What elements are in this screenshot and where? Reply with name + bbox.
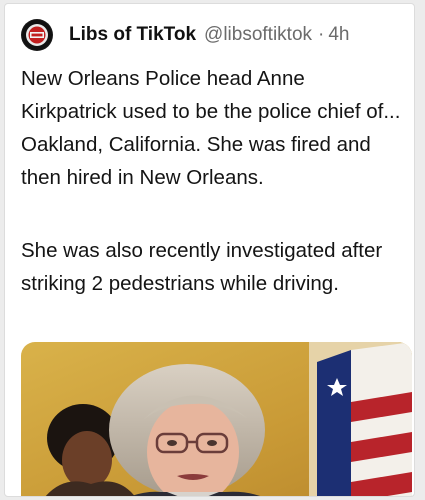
avatar[interactable] (21, 19, 53, 51)
timestamp[interactable]: 4h (328, 24, 349, 46)
flag-icon (309, 342, 412, 496)
photo-of-press-conference (21, 342, 412, 496)
tweet-header: Libs of TikTok @libsoftiktok · 4h (21, 18, 404, 52)
logo-icon (22, 20, 52, 50)
tweet-text-paragraph: New Orleans Police head Anne Kirkpatrick… (21, 67, 401, 189)
author-handle[interactable]: @libsoftiktok (204, 24, 312, 46)
tweet-text-paragraph: She was also recently investigated after… (21, 239, 383, 295)
author-name[interactable]: Libs of TikTok (69, 24, 196, 46)
separator-dot: · (318, 24, 325, 45)
tweet-photo[interactable] (21, 342, 412, 496)
tweet-card[interactable]: Libs of TikTok @libsoftiktok · 4h New Or… (4, 3, 415, 497)
